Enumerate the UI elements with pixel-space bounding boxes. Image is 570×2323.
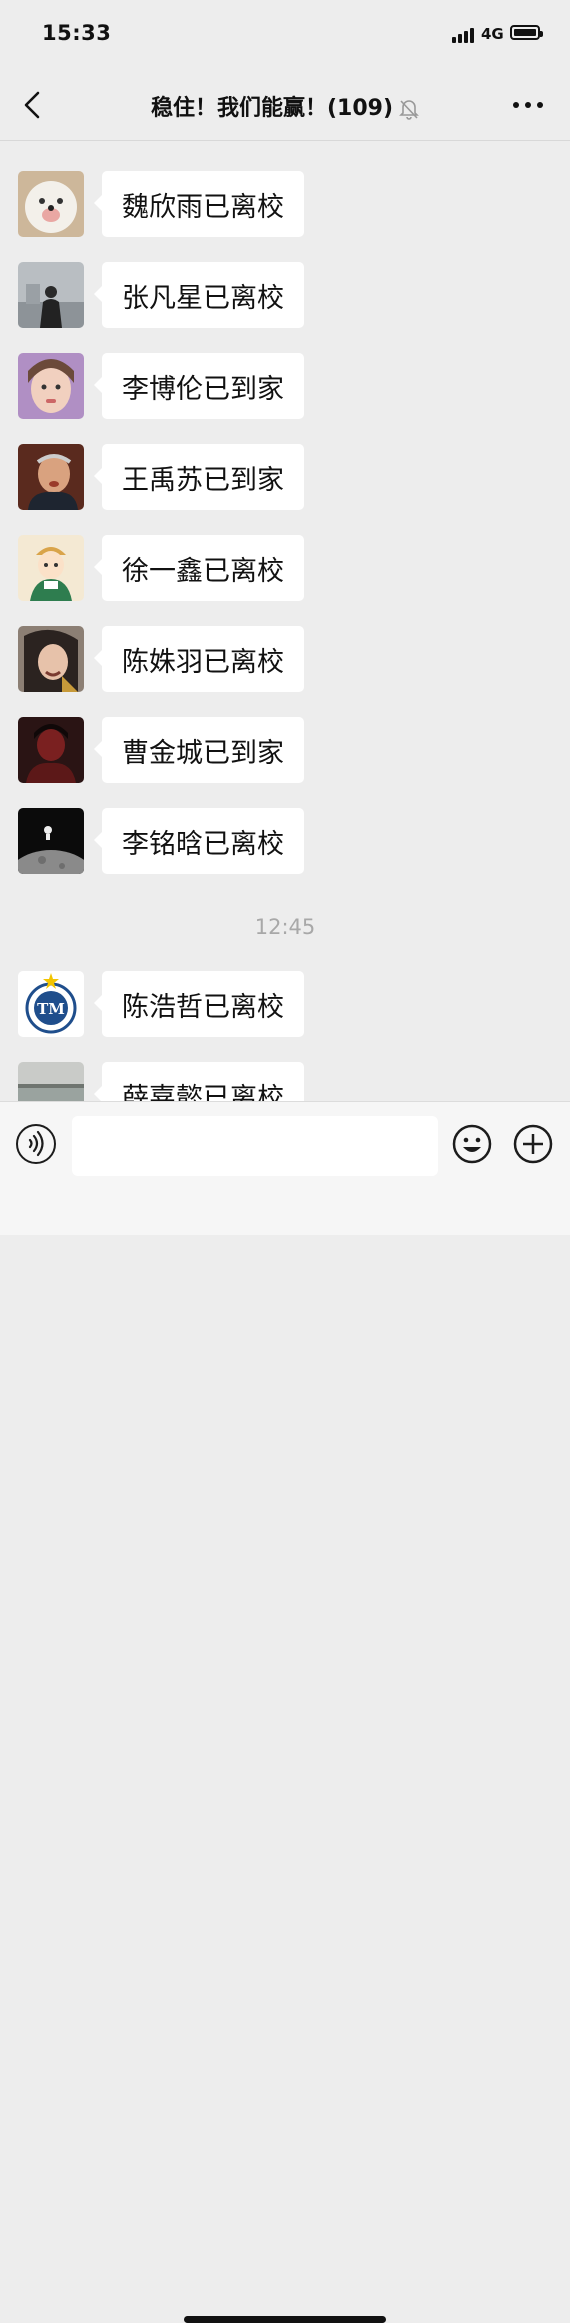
avatar-dog[interactable] <box>18 171 84 237</box>
more-dots-icon[interactable] <box>512 97 544 113</box>
avatar-girl[interactable] <box>18 353 84 419</box>
message-row: 魏欣雨已离校 <box>18 171 538 237</box>
avatar-lake[interactable] <box>18 1062 84 1101</box>
home-indicator[interactable] <box>184 2316 386 2323</box>
message-bubble[interactable]: 张凡星已离校 <box>94 262 304 328</box>
avatar-school-logo[interactable]: TM <box>18 971 84 1037</box>
avatar-dark-portrait[interactable] <box>18 717 84 783</box>
message-row: 陈姝羽已离校 <box>18 626 538 692</box>
chat-title: 稳住！我们能赢！(109) <box>0 90 570 122</box>
message-bubble[interactable]: 李博伦已到家 <box>94 353 304 419</box>
status-time: 15:33 <box>42 21 112 45</box>
message-row: 王禹苏已到家 <box>18 444 538 510</box>
chat-header: 稳住！我们能赢！(109) <box>0 70 570 141</box>
message-bubble[interactable]: 王禹苏已到家 <box>94 444 304 510</box>
message-row: TM 陈浩哲已离校 <box>18 971 538 1037</box>
message-bubble[interactable]: 李铭晗已离校 <box>94 808 304 874</box>
voice-icon[interactable] <box>16 1124 56 1164</box>
network-type: 4G <box>481 25 504 43</box>
avatar-crying-girl[interactable] <box>18 626 84 692</box>
message-row: 薛嘉懿已离校 <box>18 1062 538 1101</box>
message-row: 张凡星已离校 <box>18 262 538 328</box>
bell-off-icon <box>399 98 419 120</box>
avatar-man[interactable] <box>18 444 84 510</box>
input-bar <box>0 1101 570 2323</box>
message-row: 李博伦已到家 <box>18 353 538 419</box>
message-bubble[interactable]: 薛嘉懿已离校 <box>94 1062 304 1101</box>
message-row: 徐一鑫已离校 <box>18 535 538 601</box>
battery-icon <box>510 25 543 40</box>
message-bubble[interactable]: 陈姝羽已离校 <box>94 626 304 692</box>
logo-text: TM <box>37 1000 65 1018</box>
message-bubble[interactable]: 徐一鑫已离校 <box>94 535 304 601</box>
message-row: 曹金城已到家 <box>18 717 538 783</box>
chat-title-text: 稳住！我们能赢！(109) <box>150 96 394 121</box>
plus-icon[interactable] <box>513 1124 553 1164</box>
avatar-cartoon-girl[interactable] <box>18 535 84 601</box>
message-timestamp: 12:45 <box>254 915 316 939</box>
message-bubble[interactable]: 曹金城已到家 <box>94 717 304 783</box>
emoji-icon[interactable] <box>452 1124 492 1164</box>
avatar-person-river[interactable] <box>18 262 84 328</box>
message-bubble[interactable]: 魏欣雨已离校 <box>94 171 304 237</box>
message-bubble[interactable]: 陈浩哲已离校 <box>94 971 304 1037</box>
status-bar: 15:33 4G <box>0 0 570 70</box>
signal-icon <box>452 27 474 43</box>
avatar-astronaut-moon[interactable] <box>18 808 84 874</box>
message-list[interactable]: 魏欣雨已离校 张凡星已离校 李博伦已到家 王禹苏已到家 徐一鑫已离校 陈姝羽已离… <box>0 141 570 1101</box>
message-row: 李铭晗已离校 <box>18 808 538 874</box>
message-input[interactable] <box>72 1116 438 1176</box>
